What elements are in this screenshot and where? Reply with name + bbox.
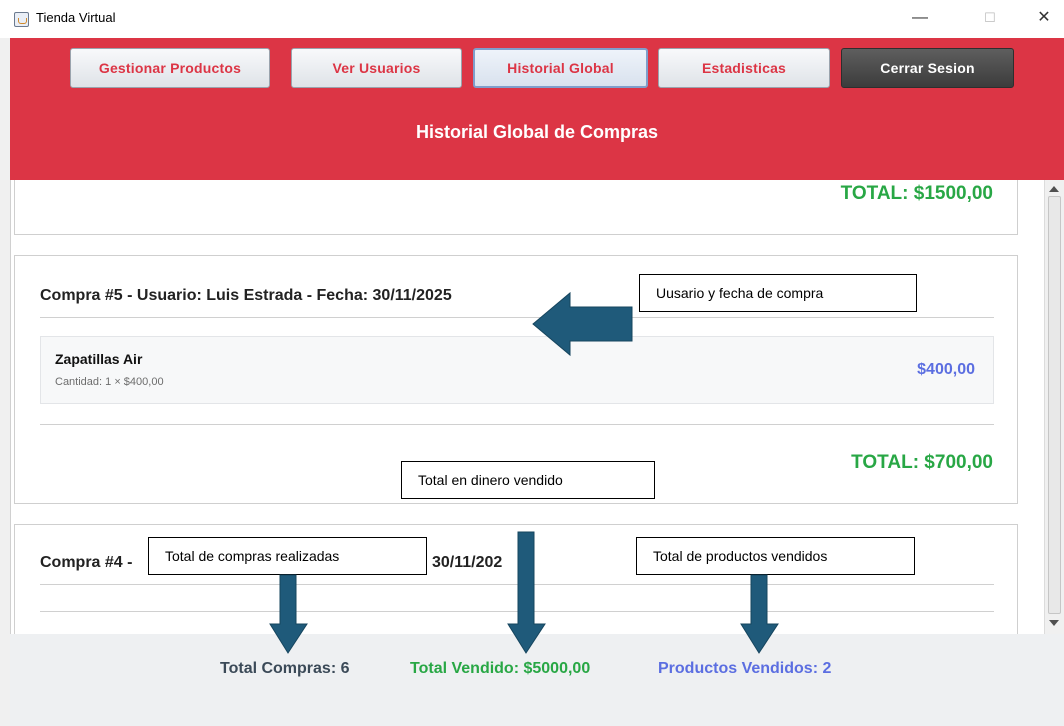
- purchase-total: TOTAL: $700,00: [851, 452, 993, 473]
- estadisticas-button[interactable]: Estadisticas: [658, 48, 830, 88]
- annotation-callout-total-productos: Total de productos vendidos: [636, 537, 915, 575]
- java-coffee-cup-icon: [14, 12, 29, 27]
- scrollbar-thumb[interactable]: [1048, 196, 1061, 614]
- total-vendido: Total Vendido: $5000,00: [410, 660, 591, 677]
- purchase-card-previous: TOTAL: $1500,00: [14, 180, 1018, 235]
- close-button[interactable]: ✕: [1024, 6, 1064, 30]
- divider: [40, 424, 994, 425]
- application-window: Tienda Virtual — ☐ ✕ Gestionar Productos…: [0, 0, 1064, 726]
- minimize-button[interactable]: —: [900, 6, 940, 30]
- title-bar: Tienda Virtual — ☐ ✕: [0, 0, 1064, 38]
- ver-usuarios-button[interactable]: Ver Usuarios: [291, 48, 462, 88]
- purchase-total: TOTAL: $1500,00: [840, 183, 993, 204]
- productos-vendidos: Productos Vendidos: 2: [658, 660, 832, 677]
- annotation-callout-total-compras: Total de compras realizadas: [148, 537, 427, 575]
- item-price: $400,00: [917, 361, 975, 378]
- header-panel: Gestionar Productos Ver Usuarios Histori…: [10, 38, 1064, 180]
- vertical-scrollbar[interactable]: [1044, 180, 1064, 634]
- maximize-button[interactable]: ☐: [970, 6, 1010, 30]
- page-title: Historial Global de Compras: [415, 122, 659, 142]
- total-compras: Total Compras: 6: [220, 660, 350, 677]
- cerrar-sesion-button[interactable]: Cerrar Sesion: [841, 48, 1014, 88]
- item-quantity: Cantidad: 1 × $400,00: [55, 376, 164, 388]
- annotation-arrow-left-icon: [532, 291, 633, 357]
- annotation-callout-usuario-fecha: Uusario y fecha de compra: [639, 274, 917, 312]
- annotation-arrow-down-icon: [269, 574, 308, 654]
- historial-global-button[interactable]: Historial Global: [473, 48, 648, 88]
- annotation-arrow-down-icon: [507, 531, 546, 654]
- purchase-title: Compra #5 - Usuario: Luis Estrada - Fech…: [40, 287, 452, 304]
- annotation-arrow-down-icon: [740, 574, 779, 654]
- item-name: Zapatillas Air: [55, 351, 143, 367]
- divider: [40, 317, 994, 318]
- annotation-callout-total-dinero: Total en dinero vendido: [401, 461, 655, 499]
- arrow-down-icon[interactable]: [1049, 620, 1059, 626]
- purchase-title-start: Compra #4 -: [40, 554, 133, 571]
- arrow-up-icon[interactable]: [1049, 186, 1059, 192]
- gestionar-productos-button[interactable]: Gestionar Productos: [70, 48, 270, 88]
- purchase-title-end: 30/11/202: [432, 554, 503, 571]
- purchase-item: Zapatillas Air Cantidad: 1 × $400,00 $40…: [40, 336, 994, 404]
- window-title: Tienda Virtual: [36, 10, 116, 25]
